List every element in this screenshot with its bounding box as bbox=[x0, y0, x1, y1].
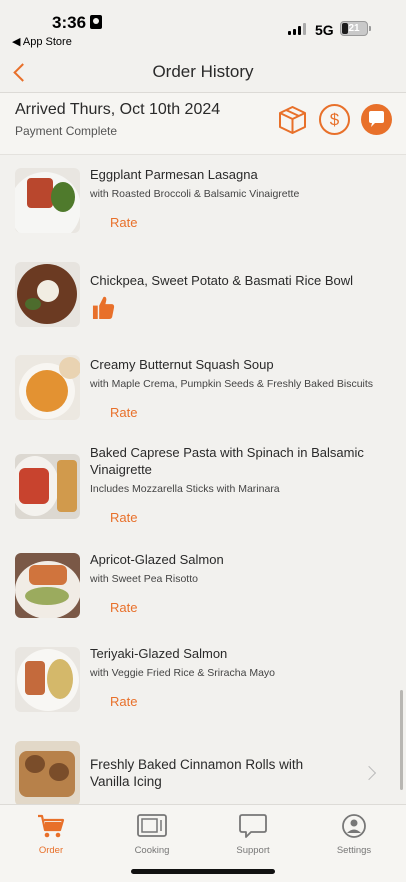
cart-icon bbox=[38, 814, 65, 838]
list-item[interactable]: Eggplant Parmesan Lasagna with Roasted B… bbox=[0, 164, 406, 254]
scrollbar[interactable] bbox=[400, 690, 403, 790]
list-item[interactable]: Freshly Baked Cinnamon Rolls with Vanill… bbox=[0, 739, 406, 809]
list-item[interactable]: Apricot-Glazed Salmon with Sweet Pea Ris… bbox=[0, 549, 406, 639]
home-indicator[interactable] bbox=[131, 869, 275, 874]
meal-image bbox=[15, 553, 80, 618]
page-title: Order History bbox=[152, 62, 254, 81]
cellular-signal-icon bbox=[288, 23, 308, 35]
order-summary-header: Arrived Thurs, Oct 10th 2024 Payment Com… bbox=[0, 93, 406, 155]
rate-button[interactable]: Rate bbox=[110, 600, 137, 615]
list-item[interactable]: Creamy Butternut Squash Soup with Maple … bbox=[0, 351, 406, 441]
chat-icon[interactable] bbox=[361, 104, 392, 135]
meal-image bbox=[15, 168, 80, 233]
status-bar: 3:36 ◀ App Store 5G 21 bbox=[0, 0, 406, 50]
meal-title: Teriyaki-Glazed Salmon bbox=[90, 646, 228, 661]
chevron-right-icon[interactable] bbox=[361, 765, 377, 781]
person-circle-icon bbox=[342, 814, 366, 838]
meal-image bbox=[15, 355, 80, 420]
list-item[interactable]: Chickpea, Sweet Potato & Basmati Rice Bo… bbox=[0, 259, 406, 344]
chat-bubble-icon bbox=[239, 814, 267, 838]
list-item[interactable]: Teriyaki-Glazed Salmon with Veggie Fried… bbox=[0, 643, 406, 733]
thumbs-up-icon[interactable] bbox=[92, 295, 115, 320]
meal-title: Apricot-Glazed Salmon bbox=[90, 552, 224, 567]
rate-button[interactable]: Rate bbox=[110, 405, 137, 420]
status-time: 3:36 bbox=[52, 13, 87, 32]
rate-button[interactable]: Rate bbox=[110, 510, 137, 525]
oven-icon bbox=[137, 814, 167, 837]
meal-image bbox=[15, 647, 80, 712]
rate-button[interactable]: Rate bbox=[110, 215, 137, 230]
meal-subtitle: with Roasted Broccoli & Balsamic Vinaigr… bbox=[90, 188, 300, 200]
dollar-icon[interactable]: $ bbox=[319, 104, 350, 135]
focus-person-icon bbox=[90, 15, 102, 29]
meal-image bbox=[15, 741, 80, 806]
battery-icon: 21 bbox=[340, 21, 368, 36]
tab-support[interactable]: Support bbox=[218, 811, 288, 857]
rate-button[interactable]: Rate bbox=[110, 694, 137, 709]
meal-title: Freshly Baked Cinnamon Rolls with Vanill… bbox=[90, 757, 304, 789]
meal-title: Chickpea, Sweet Potato & Basmati Rice Bo… bbox=[90, 273, 354, 288]
meal-title: Baked Caprese Pasta with Spinach in Bals… bbox=[90, 445, 364, 477]
tab-label: Support bbox=[236, 845, 270, 856]
meal-image bbox=[15, 454, 80, 519]
meal-title: Eggplant Parmesan Lasagna bbox=[90, 167, 258, 182]
payment-status: Payment Complete bbox=[15, 124, 118, 138]
battery-tip bbox=[369, 26, 371, 31]
meal-subtitle: with Maple Crema, Pumpkin Seeds & Freshl… bbox=[90, 378, 374, 390]
meal-subtitle: with Veggie Fried Rice & Sriracha Mayo bbox=[90, 667, 275, 679]
meal-subtitle: Includes Mozzarella Sticks with Marinara bbox=[90, 483, 280, 495]
package-icon[interactable] bbox=[277, 104, 308, 135]
tab-settings[interactable]: Settings bbox=[319, 811, 389, 857]
list-item[interactable]: Baked Caprese Pasta with Spinach in Bals… bbox=[0, 444, 406, 554]
meal-subtitle: with Sweet Pea Risotto bbox=[90, 573, 198, 585]
tab-label: Order bbox=[38, 845, 64, 856]
arrival-date: Arrived Thurs, Oct 10th 2024 bbox=[15, 101, 221, 118]
tab-label: Settings bbox=[336, 845, 372, 856]
tab-order[interactable]: Order bbox=[16, 811, 86, 857]
network-type-label: 5G bbox=[315, 22, 334, 38]
back-to-app-store-link[interactable]: ◀ App Store bbox=[12, 35, 72, 48]
tab-cooking[interactable]: Cooking bbox=[117, 811, 187, 857]
meal-image bbox=[15, 262, 80, 327]
tab-label: Cooking bbox=[134, 845, 170, 856]
meal-title: Creamy Butternut Squash Soup bbox=[90, 357, 274, 372]
battery-level: 21 bbox=[348, 23, 360, 34]
